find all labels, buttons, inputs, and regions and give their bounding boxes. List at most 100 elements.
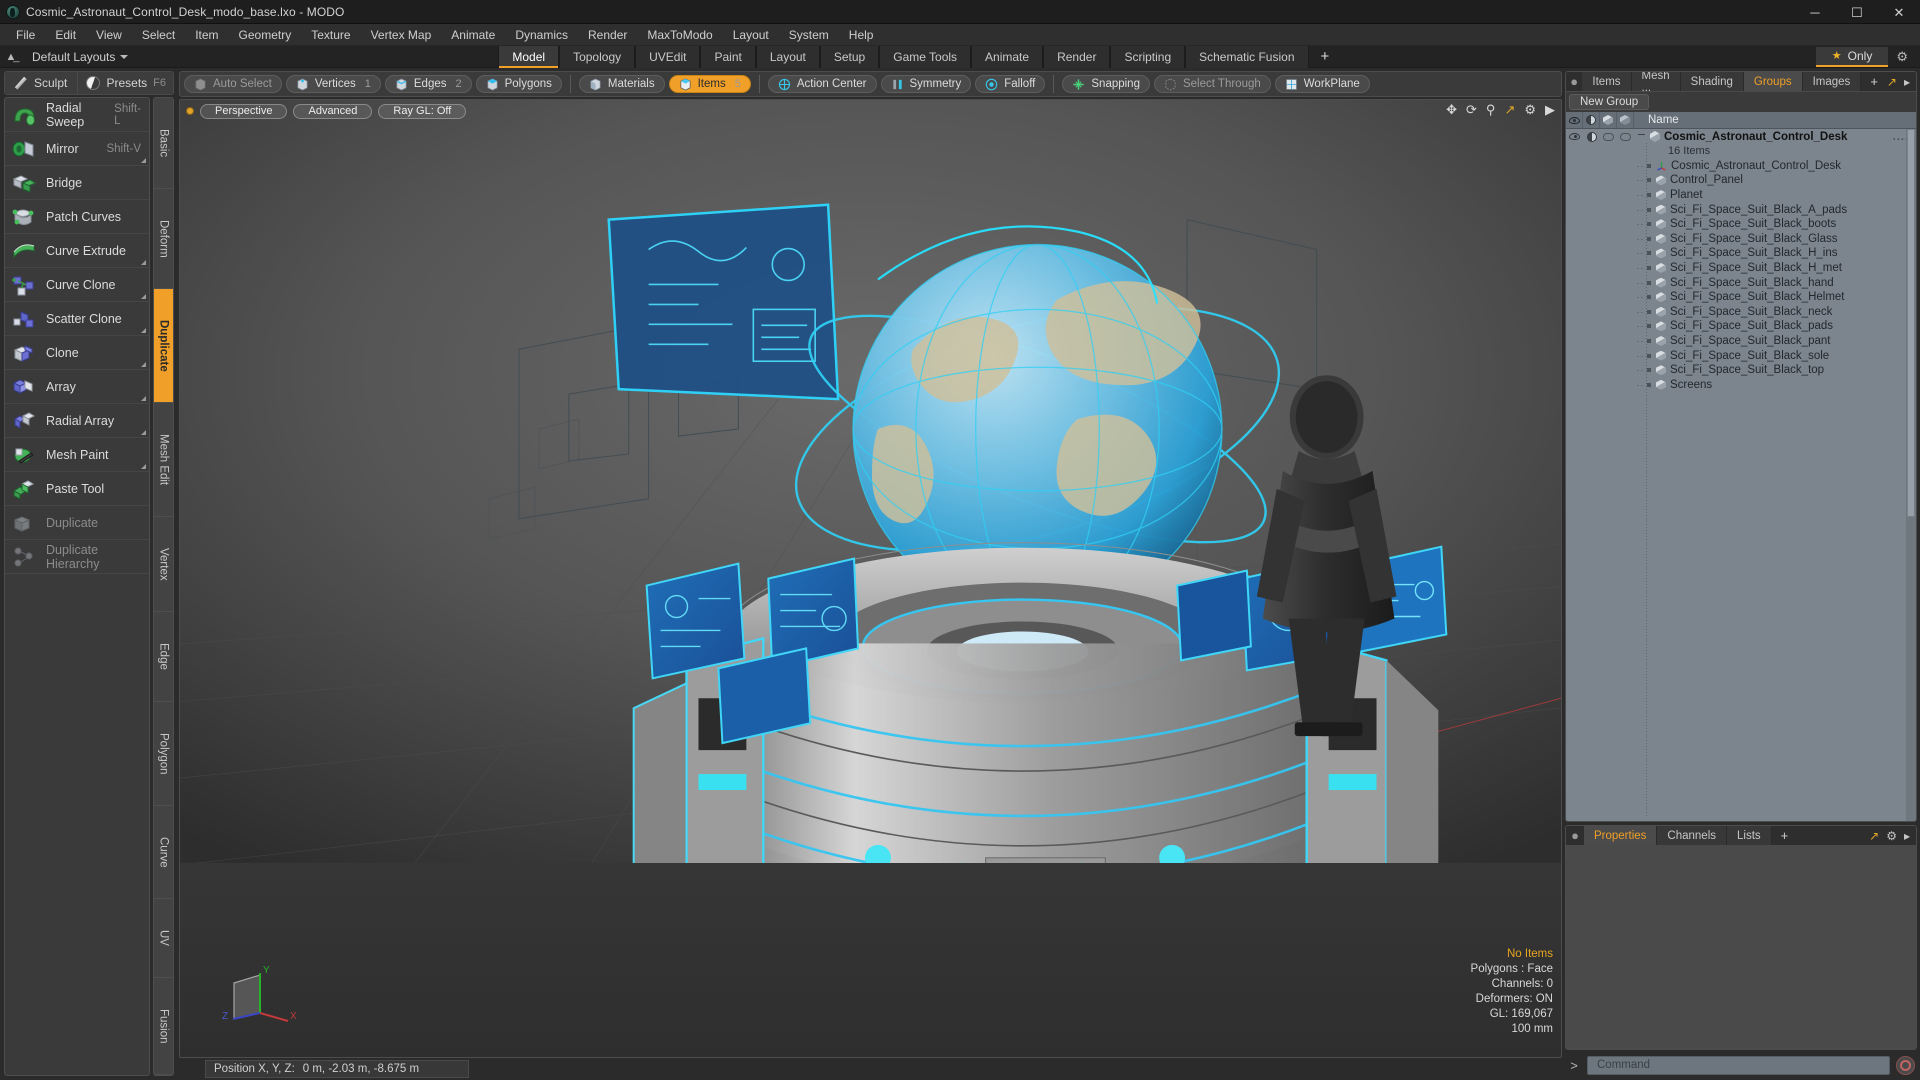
- tree-scrollbar[interactable]: [1906, 129, 1916, 821]
- tree-row[interactable]: ·· Sci_Fi_Space_Suit_Black_A_pads: [1566, 202, 1916, 217]
- record-icon[interactable]: [1896, 1055, 1915, 1075]
- tool-mirror[interactable]: Mirror Shift-V: [5, 132, 149, 166]
- mode-select-through[interactable]: Select Through: [1153, 75, 1271, 93]
- only-toggle[interactable]: ★ Only: [1815, 46, 1889, 67]
- presets-button[interactable]: Presets F6: [78, 72, 173, 94]
- gear-icon[interactable]: ⚙: [1886, 829, 1897, 843]
- collapse-toggle-icon[interactable]: [1638, 134, 1645, 135]
- root-visibility-toggle[interactable]: [1566, 129, 1583, 144]
- tree-row[interactable]: ·· Sci_Fi_Space_Suit_Black_boots: [1566, 217, 1916, 232]
- tree-row[interactable]: ·· Sci_Fi_Space_Suit_Black_H_ins: [1566, 246, 1916, 261]
- root-render-toggle[interactable]: [1617, 129, 1634, 144]
- lock-column-header[interactable]: [1600, 112, 1617, 128]
- tool-options-corner-icon[interactable]: [141, 464, 146, 469]
- tool-category-basic[interactable]: Basic: [154, 98, 173, 189]
- mode-action-center[interactable]: Action Center: [767, 75, 877, 93]
- menu-item-help[interactable]: Help: [839, 25, 884, 45]
- tool-category-uv[interactable]: UV: [154, 899, 173, 978]
- properties-tab-channels[interactable]: Channels: [1657, 826, 1728, 845]
- tree-scrollbar-thumb[interactable]: [1907, 129, 1915, 517]
- properties-tab-lists[interactable]: Lists: [1727, 826, 1772, 845]
- tree-row[interactable]: ·· Control_Panel: [1566, 173, 1916, 188]
- tool-array[interactable]: Array: [5, 370, 149, 404]
- play-icon[interactable]: ▶: [1545, 103, 1555, 116]
- mode-auto-select[interactable]: Auto Select: [184, 75, 282, 93]
- render-column-header[interactable]: [1617, 112, 1634, 128]
- panel-tab-shading[interactable]: Shading: [1680, 72, 1744, 91]
- add-properties-tab-button[interactable]: +: [1772, 826, 1798, 845]
- tool-category-fusion[interactable]: Fusion: [154, 977, 173, 1075]
- chevron-right-icon[interactable]: ▸: [1904, 75, 1910, 89]
- tree-row[interactable]: ·· Sci_Fi_Space_Suit_Black_pant: [1566, 334, 1916, 349]
- shading-mode-dropdown[interactable]: Advanced: [293, 103, 373, 119]
- layout-preset-dropdown[interactable]: Default Layouts: [22, 50, 138, 64]
- eye-column-header[interactable]: [1566, 112, 1583, 128]
- tree-row[interactable]: ·· Sci_Fi_Space_Suit_Black_hand: [1566, 275, 1916, 290]
- home-icon[interactable]: ▲̲: [0, 46, 22, 68]
- chevron-right-icon[interactable]: ▸: [1904, 829, 1910, 843]
- view-mode-dropdown[interactable]: Perspective: [200, 103, 288, 119]
- mode-tab-schematic-fusion[interactable]: Schematic Fusion: [1185, 45, 1309, 68]
- mode-tab-layout[interactable]: Layout: [755, 45, 820, 68]
- move-icon[interactable]: ✥: [1446, 103, 1457, 116]
- mode-workplane[interactable]: WorkPlane: [1274, 75, 1370, 93]
- shade-column-header[interactable]: [1583, 112, 1600, 128]
- gear-icon[interactable]: ⚙: [1524, 103, 1536, 116]
- tool-category-edge[interactable]: Edge: [154, 612, 173, 702]
- tool-options-corner-icon[interactable]: [141, 430, 146, 435]
- viewport-status-dot[interactable]: [186, 107, 194, 115]
- menu-item-geometry[interactable]: Geometry: [229, 25, 302, 45]
- zoom-icon[interactable]: ⚲: [1486, 103, 1496, 116]
- tool-category-duplicate[interactable]: Duplicate: [154, 289, 173, 404]
- tool-curve-extrude[interactable]: Curve Extrude: [5, 234, 149, 268]
- tool-clone[interactable]: Clone: [5, 336, 149, 370]
- menu-item-texture[interactable]: Texture: [301, 25, 360, 45]
- mode-tab-topology[interactable]: Topology: [559, 45, 636, 68]
- panel-tab-items[interactable]: Items: [1582, 72, 1632, 91]
- maximize-button[interactable]: ☐: [1836, 0, 1878, 24]
- tree-row[interactable]: ·· Screens: [1566, 378, 1916, 393]
- tool-category-curve[interactable]: Curve: [154, 806, 173, 900]
- tool-options-corner-icon[interactable]: [141, 396, 146, 401]
- tree-row[interactable]: ·· Sci_Fi_Space_Suit_Black_H_met: [1566, 261, 1916, 276]
- panel-tab-images[interactable]: Images: [1802, 72, 1862, 91]
- menu-item-system[interactable]: System: [779, 25, 839, 45]
- minimize-button[interactable]: ─: [1794, 0, 1836, 24]
- tree-row[interactable]: ·· Sci_Fi_Space_Suit_Black_neck: [1566, 305, 1916, 320]
- mode-materials[interactable]: Materials: [578, 75, 665, 93]
- mode-tab-scripting[interactable]: Scripting: [1110, 45, 1186, 68]
- menu-item-animate[interactable]: Animate: [441, 25, 505, 45]
- add-layout-tab-button[interactable]: +: [1309, 48, 1342, 65]
- viewport-3d[interactable]: Perspective Advanced Ray GL: Off ✥ ⟳ ⚲ ↗…: [179, 99, 1562, 1058]
- tool-scatter-clone[interactable]: Scatter Clone: [5, 302, 149, 336]
- expand-icon[interactable]: ↗: [1869, 829, 1879, 843]
- tree-row[interactable]: ·· Planet: [1566, 188, 1916, 203]
- menu-item-view[interactable]: View: [86, 25, 132, 45]
- tool-options-corner-icon[interactable]: [141, 328, 146, 333]
- raygl-toggle[interactable]: Ray GL: Off: [378, 103, 467, 119]
- tool-category-deform[interactable]: Deform: [154, 188, 173, 290]
- tree-row[interactable]: ·· Sci_Fi_Space_Suit_Black_Glass: [1566, 232, 1916, 247]
- tool-category-mesh-edit[interactable]: Mesh Edit: [154, 403, 173, 518]
- mode-tab-setup[interactable]: Setup: [819, 45, 880, 68]
- tool-category-polygon[interactable]: Polygon: [154, 701, 173, 807]
- menu-item-dynamics[interactable]: Dynamics: [505, 25, 578, 45]
- sculpt-button[interactable]: Sculpt: [5, 72, 79, 94]
- tool-options-corner-icon[interactable]: [141, 158, 146, 163]
- position-readout[interactable]: Position X, Y, Z: 0 m, -2.03 m, -8.675 m: [205, 1060, 469, 1078]
- panel-tab-mesh-[interactable]: Mesh ...: [1631, 72, 1681, 94]
- mode-falloff[interactable]: Falloff: [975, 75, 1046, 93]
- properties-tab-properties[interactable]: Properties: [1584, 826, 1658, 845]
- menu-item-edit[interactable]: Edit: [45, 25, 86, 45]
- tool-options-corner-icon[interactable]: [141, 294, 146, 299]
- mode-polygons[interactable]: Polygons: [475, 75, 562, 93]
- tool-curve-clone[interactable]: Curve Clone: [5, 268, 149, 302]
- tree-row[interactable]: ·· Cosmic_Astronaut_Control_Desk: [1566, 159, 1916, 174]
- tool-options-corner-icon[interactable]: [141, 260, 146, 265]
- group-item-tree[interactable]: Cosmic_Astronaut_Control_Desk .... 16 It…: [1566, 129, 1916, 821]
- root-shade-toggle[interactable]: [1583, 129, 1600, 144]
- gear-icon[interactable]: ⚙: [1888, 49, 1916, 65]
- menu-item-vertex-map[interactable]: Vertex Map: [361, 25, 442, 45]
- mode-items[interactable]: Items 5: [668, 75, 751, 93]
- menu-item-select[interactable]: Select: [132, 25, 185, 45]
